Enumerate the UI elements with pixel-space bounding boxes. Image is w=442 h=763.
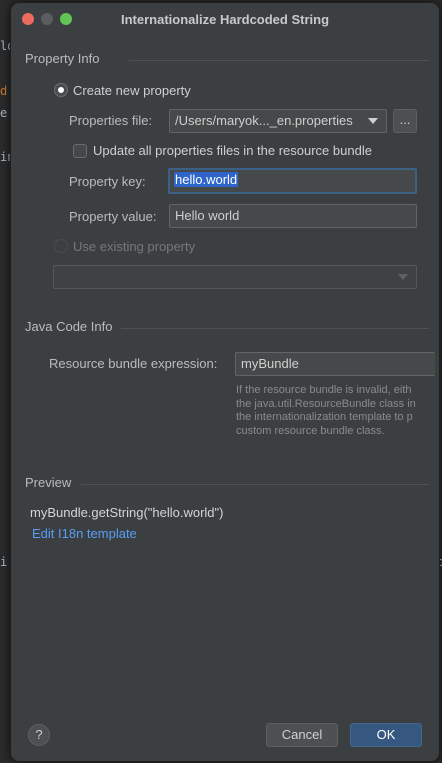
create-new-property-radio[interactable]: [54, 83, 68, 97]
resource-bundle-expression-value: myBundle: [241, 356, 299, 371]
help-line: custom resource bundle class.: [236, 424, 385, 437]
section-divider: [129, 60, 429, 61]
ok-button[interactable]: OK: [350, 723, 422, 747]
section-divider: [121, 328, 429, 329]
help-line: the internationalization template to p: [236, 411, 413, 423]
cancel-button[interactable]: Cancel: [266, 723, 338, 747]
property-key-value: hello.world: [174, 172, 239, 187]
help-line: the java.util.ResourceBundle class in: [236, 397, 416, 410]
help-line: If the resource bundle is invalid, eith: [236, 384, 412, 396]
editor-fragment: e: [0, 106, 8, 120]
chevron-down-icon: [368, 118, 378, 124]
properties-file-value: /Users/maryok..._en.properties: [175, 113, 353, 128]
property-info-section-title: Property Info: [25, 51, 100, 66]
use-existing-property-label[interactable]: Use existing property: [73, 239, 195, 254]
editor-fragment: d: [0, 84, 8, 98]
chevron-down-icon: [398, 274, 408, 280]
browse-properties-file-button[interactable]: ...: [393, 109, 417, 133]
preview-code: myBundle.getString("hello.world"): [30, 505, 224, 520]
dialog-title: Internationalize Hardcoded String: [120, 12, 330, 27]
use-existing-property-radio[interactable]: [54, 239, 68, 253]
section-divider: [81, 484, 429, 485]
i18n-dialog: Internationalize Hardcoded String Proper…: [10, 2, 440, 762]
properties-file-combo[interactable]: /Users/maryok..._en.properties: [169, 109, 387, 133]
property-key-input[interactable]: hello.world: [168, 168, 417, 194]
editor-fragment: i: [0, 555, 8, 569]
resource-bundle-expression-input[interactable]: myBundle: [235, 352, 435, 376]
help-button[interactable]: ?: [28, 724, 50, 746]
edit-i18n-template-link[interactable]: Edit I18n template: [32, 526, 137, 541]
preview-section-title: Preview: [25, 475, 72, 490]
properties-file-label: Properties file:: [69, 113, 153, 128]
update-all-properties-checkbox[interactable]: [73, 144, 87, 158]
title-bar: Internationalize Hardcoded String: [11, 3, 439, 35]
property-value-text: Hello world: [175, 208, 240, 223]
property-value-input[interactable]: Hello world: [169, 204, 417, 228]
property-key-label: Property key:: [69, 174, 146, 189]
property-value-label: Property value:: [69, 209, 157, 224]
java-code-info-section-title: Java Code Info: [25, 319, 113, 334]
create-new-property-label[interactable]: Create new property: [73, 83, 191, 98]
resource-bundle-help-text: If the resource bundle is invalid, eith …: [236, 384, 416, 438]
resource-bundle-expression-label: Resource bundle expression:: [49, 356, 218, 371]
existing-property-combo[interactable]: [53, 265, 417, 289]
update-all-properties-label[interactable]: Update all properties files in the resou…: [93, 143, 372, 158]
